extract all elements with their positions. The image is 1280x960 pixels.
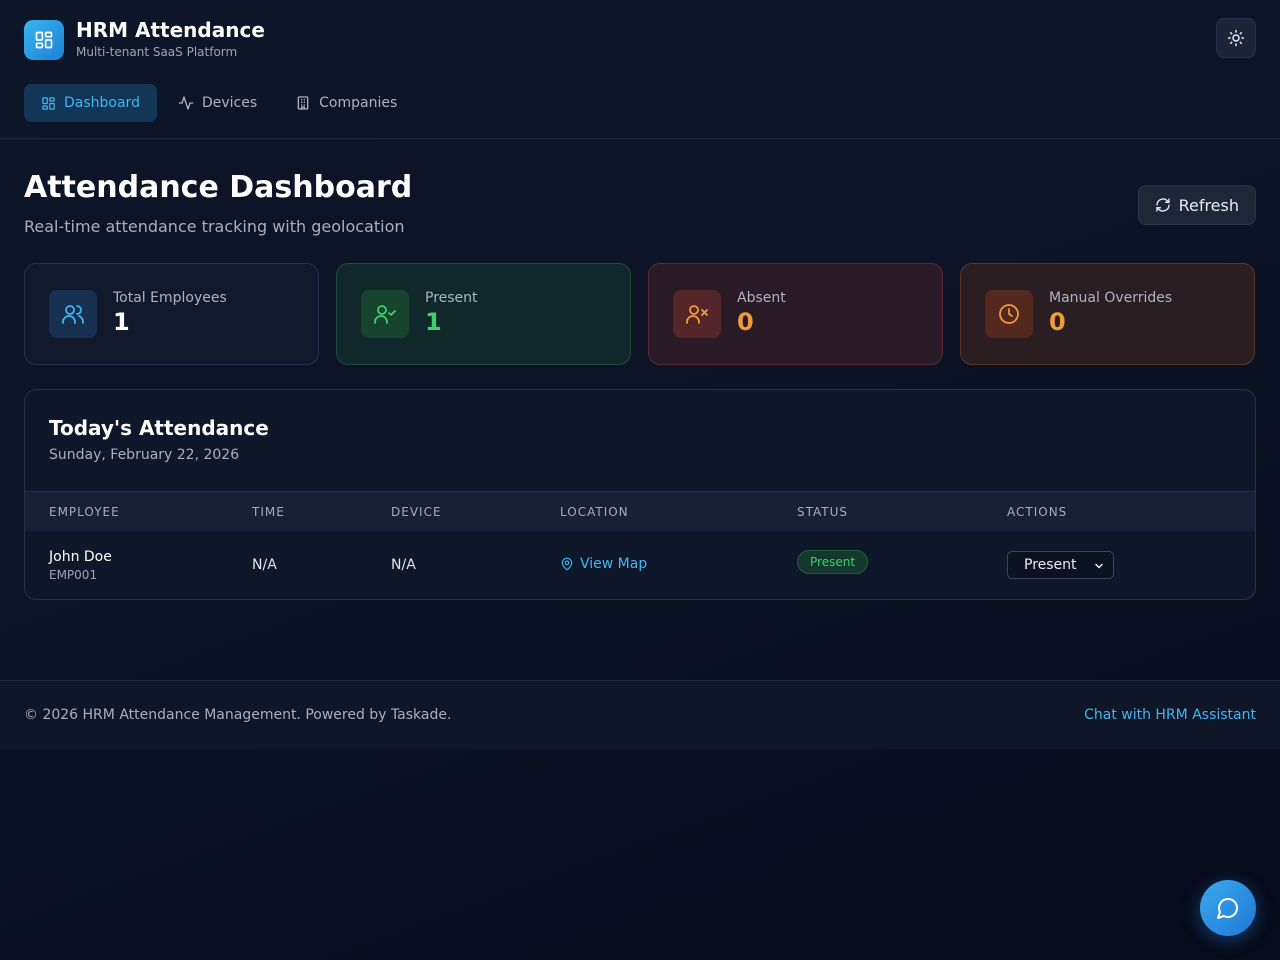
footer: © 2026 HRM Attendance Management. Powere… <box>0 680 1280 749</box>
tab-devices[interactable]: Devices <box>161 84 274 122</box>
clock-icon <box>985 290 1033 338</box>
stats-row: Total Employees 1 Present 1 Absent 0 Man… <box>24 263 1256 365</box>
actions-cell: Present <box>1007 551 1114 579</box>
activity-icon <box>178 96 194 110</box>
page-subtitle: Real-time attendance tracking with geolo… <box>24 217 405 236</box>
stat-label: Absent <box>737 290 786 306</box>
stat-card-manual-overrides: Manual Overrides 0 <box>960 263 1255 365</box>
attendance-date: Sunday, February 22, 2026 <box>49 447 240 463</box>
status-select[interactable]: Present <box>1007 551 1114 579</box>
chat-bubble-icon <box>1217 898 1238 919</box>
app-title: HRM Attendance <box>76 18 265 42</box>
stat-value: 1 <box>425 308 442 336</box>
stat-card-absent: Absent 0 <box>648 263 943 365</box>
column-header-location: LOCATION <box>560 505 629 519</box>
table-row: John Doe EMP001 N/A N/A View Map Present… <box>25 531 1255 599</box>
user-x-icon <box>673 290 721 338</box>
column-header-actions: ACTIONS <box>1007 505 1068 519</box>
chat-button[interactable] <box>1200 880 1256 936</box>
stat-label: Present <box>425 290 478 306</box>
app-subtitle: Multi-tenant SaaS Platform <box>76 45 238 59</box>
stat-value: 1 <box>113 308 130 336</box>
tab-label: Dashboard <box>64 95 140 111</box>
stat-label: Total Employees <box>113 290 227 306</box>
chevron-down-icon <box>1095 563 1103 569</box>
tab-label: Devices <box>201 95 258 111</box>
brand: HRM Attendance Multi-tenant SaaS Platfor… <box>24 18 265 61</box>
sun-icon <box>1227 29 1245 47</box>
attendance-title: Today's Attendance <box>49 416 269 440</box>
building-icon <box>297 96 309 110</box>
app-header: HRM Attendance Multi-tenant SaaS Platfor… <box>0 0 1280 139</box>
column-header-time: TIME <box>252 505 285 519</box>
chat-assistant-link[interactable]: Chat with HRM Assistant <box>1084 707 1256 723</box>
tab-dashboard[interactable]: Dashboard <box>24 84 157 122</box>
tab-companies[interactable]: Companies <box>278 84 414 122</box>
column-header-device: DEVICE <box>391 505 442 519</box>
stat-value: 0 <box>737 308 754 336</box>
status-badge: Present <box>797 550 869 574</box>
status-cell: Present <box>797 550 869 574</box>
page-title: Attendance Dashboard <box>24 170 413 205</box>
stat-value: 0 <box>1049 308 1066 336</box>
stat-card-total-employees: Total Employees 1 <box>24 263 319 365</box>
map-pin-icon <box>561 557 573 571</box>
time-cell: N/A <box>252 557 277 573</box>
employee-name: John Doe <box>49 549 112 565</box>
view-map-link[interactable]: View Map <box>560 556 647 572</box>
tab-label: Companies <box>319 95 398 111</box>
dashboard-grid-icon <box>42 96 55 110</box>
theme-toggle-button[interactable] <box>1216 18 1256 58</box>
main-nav: Dashboard Devices Companies <box>24 84 414 122</box>
footer-copyright: © 2026 HRM Attendance Management. Powere… <box>24 707 452 723</box>
refresh-button[interactable]: Refresh <box>1137 185 1256 225</box>
refresh-label: Refresh <box>1178 195 1239 215</box>
refresh-icon <box>1155 198 1170 212</box>
stat-card-present: Present 1 <box>336 263 631 365</box>
users-icon <box>49 290 97 338</box>
table-header: EMPLOYEE TIME DEVICE LOCATION STATUS ACT… <box>25 491 1255 531</box>
user-check-icon <box>361 290 409 338</box>
device-cell: N/A <box>391 557 416 573</box>
stat-label: Manual Overrides <box>1049 290 1173 306</box>
status-select-value: Present <box>1024 557 1077 573</box>
dashboard-grid-icon <box>24 19 64 60</box>
view-map-label: View Map <box>580 556 648 572</box>
attendance-card: Today's Attendance Sunday, February 22, … <box>24 389 1256 600</box>
employee-id: EMP001 <box>49 568 98 582</box>
column-header-employee: EMPLOYEE <box>49 505 120 519</box>
column-header-status: STATUS <box>797 505 849 519</box>
